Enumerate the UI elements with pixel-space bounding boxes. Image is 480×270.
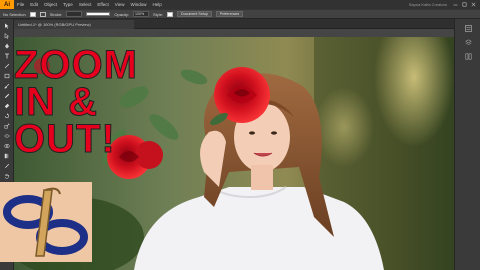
shape-builder-icon[interactable] — [4, 143, 10, 149]
stroke-swatch[interactable] — [39, 11, 46, 17]
document-tab[interactable]: Untitled-1* @ 100% (RGB/GPU Preview) — [14, 20, 134, 29]
control-bar: No Selection Stroke: Opacity: 100% Style… — [0, 9, 480, 19]
brush-definition[interactable] — [86, 12, 111, 16]
menu-file[interactable]: File — [14, 0, 27, 9]
properties-icon[interactable] — [465, 25, 472, 32]
stroke-label: Stroke: — [49, 11, 63, 17]
title-line-in: IN & — [14, 80, 98, 124]
close-icon[interactable] — [471, 2, 476, 7]
pen-tool-icon[interactable] — [4, 43, 10, 49]
pencil-tool-icon[interactable] — [4, 93, 10, 99]
menu-object[interactable]: Object — [41, 0, 60, 9]
app-logo: Ai — [0, 0, 14, 9]
scale-tool-icon[interactable] — [4, 123, 10, 129]
document-setup-button[interactable]: Document Setup — [177, 11, 212, 17]
workspace-switcher[interactable]: Sapna Kalfa Creators — [409, 2, 453, 7]
line-tool-icon[interactable] — [4, 63, 10, 69]
channel-logo — [0, 182, 92, 262]
opacity-label: Opacity: — [114, 11, 130, 17]
sb-logo-icon — [3, 187, 88, 257]
minimize-icon[interactable] — [453, 2, 458, 7]
menu-help[interactable]: Help — [149, 0, 164, 9]
title-line-out: OUT! — [14, 117, 116, 161]
opacity-field[interactable]: 100% — [133, 11, 150, 17]
menu-bar: Ai File Edit Object Type Select Effect V… — [0, 0, 480, 9]
eraser-tool-icon[interactable] — [4, 103, 10, 109]
eyedropper-tool-icon[interactable] — [4, 163, 10, 169]
direct-selection-tool-icon[interactable] — [4, 33, 10, 39]
menu-type[interactable]: Type — [60, 0, 76, 9]
menu-select[interactable]: Select — [76, 0, 95, 9]
layers-icon[interactable] — [465, 39, 472, 46]
preferences-button[interactable]: Preferences — [215, 11, 244, 17]
zoom-title-overlay: ZOOM IN & OUT! — [14, 43, 164, 161]
menu-window[interactable]: Window — [127, 0, 149, 9]
paintbrush-tool-icon[interactable] — [4, 83, 10, 89]
selection-status: No Selection — [3, 11, 26, 17]
document-tab-strip: Untitled-1* @ 100% (RGB/GPU Preview) — [14, 19, 454, 29]
selection-tool-icon[interactable] — [4, 23, 10, 29]
hand-tool-icon[interactable] — [4, 173, 10, 179]
title-line-zoom: ZOOM — [14, 43, 138, 87]
style-swatch[interactable] — [167, 11, 174, 17]
gradient-tool-icon[interactable] — [4, 153, 10, 159]
rotate-tool-icon[interactable] — [4, 113, 10, 119]
rectangle-tool-icon[interactable] — [4, 73, 10, 79]
menu-edit[interactable]: Edit — [27, 0, 41, 9]
menu-view[interactable]: View — [112, 0, 128, 9]
maximize-icon[interactable] — [462, 2, 467, 7]
libraries-icon[interactable] — [465, 53, 472, 60]
width-tool-icon[interactable] — [4, 133, 10, 139]
type-tool-icon[interactable] — [4, 53, 10, 59]
style-label: Style: — [153, 11, 164, 17]
stroke-weight-field[interactable] — [66, 11, 83, 17]
right-panel-dock — [454, 19, 480, 270]
menu-effect[interactable]: Effect — [94, 0, 111, 9]
fill-swatch[interactable] — [29, 11, 36, 17]
